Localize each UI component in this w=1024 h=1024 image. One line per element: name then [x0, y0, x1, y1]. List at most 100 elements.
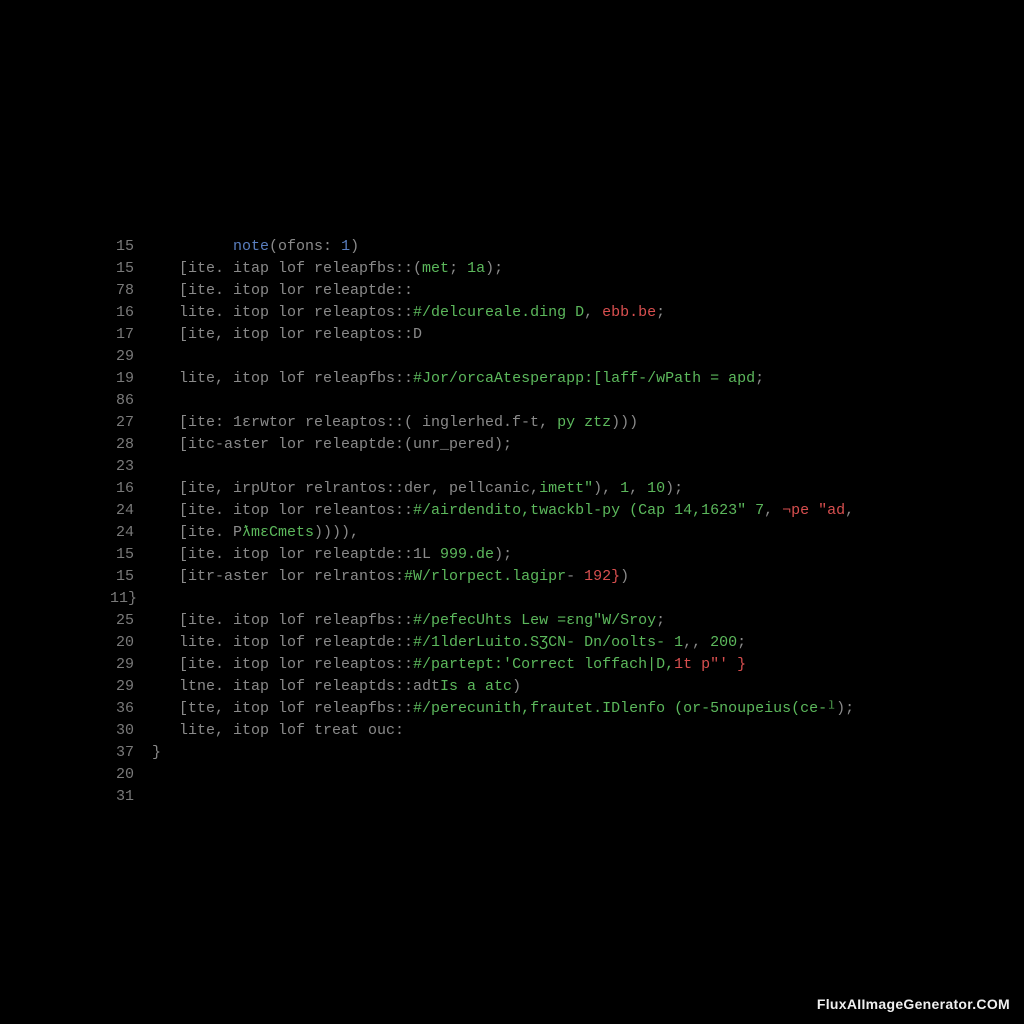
token: [ite: 1ɛrwtor releaptos::( inglerhed.f-t…: [152, 414, 557, 431]
line-number: 86: [110, 392, 152, 409]
watermark-text: FluxAIImageGenerator.COM: [817, 996, 1010, 1012]
code-line[interactable]: 25 [ite. itop lof releapfbs::#/pefecUhts…: [110, 612, 964, 634]
line-number: 19: [110, 370, 152, 387]
token: py ztz: [557, 414, 611, 431]
token: ;: [737, 634, 746, 651]
code-line[interactable]: 29 ltne. itap lof releaptds::adtIs a atc…: [110, 678, 964, 700]
line-number: 20: [110, 634, 152, 651]
code-content[interactable]: [ite, itop lor releaptos::D: [152, 326, 422, 343]
token: ),: [593, 480, 620, 497]
code-content[interactable]: [ite. itop lor releaptos::#/partept:'Cor…: [152, 656, 746, 673]
token: 192}: [584, 568, 620, 585]
token: }: [152, 744, 161, 761]
token: ;: [656, 304, 665, 321]
code-content[interactable]: [itc-aster lor releaptde:(unr_pered);: [152, 436, 512, 453]
code-content[interactable]: [ite. itop lor releaptde::1L 999.de);: [152, 546, 512, 563]
line-number: 78: [110, 282, 152, 299]
code-line[interactable]: 78 [ite. itop lor releaptde::: [110, 282, 964, 304]
code-line[interactable]: 30 lite, itop lof treat ouc:: [110, 722, 964, 744]
code-line[interactable]: 29: [110, 348, 964, 370]
token: );: [665, 480, 683, 497]
line-number: 37: [110, 744, 152, 761]
code-content[interactable]: [ite. itop lor releaptde::: [152, 282, 413, 299]
code-content[interactable]: [ite. itap lof releapfbs::(met; 1a);: [152, 260, 503, 277]
line-number: 31: [110, 788, 152, 805]
token: 1t p"' }: [674, 656, 746, 673]
line-number: 15: [110, 546, 152, 563]
line-number: 24: [110, 524, 152, 541]
code-line[interactable]: 16 [ite, irpUtor relrantos::der, pellcan…: [110, 480, 964, 502]
code-content[interactable]: lite, itop lof treat ouc:: [152, 722, 404, 739]
code-line[interactable]: 16 lite. itop lor releaptos::#/delcureal…: [110, 304, 964, 326]
code-line[interactable]: 37}: [110, 744, 964, 766]
code-content[interactable]: [itr-aster lor relrantos:#W/rlorpect.lag…: [152, 568, 629, 585]
line-number: 11}: [110, 590, 152, 607]
line-number: 15: [110, 568, 152, 585]
code-editor[interactable]: 15 note(ofons: 1)15 [ite. itap lof relea…: [110, 238, 964, 810]
code-line[interactable]: 11}: [110, 590, 964, 612]
token: ,,: [683, 634, 710, 651]
code-line[interactable]: 27 [ite: 1ɛrwtor releaptos::( inglerhed.…: [110, 414, 964, 436]
token: [itr-aster lor relrantos:: [152, 568, 404, 585]
code-line[interactable]: 24 [ite. itop lor releantos::#/airdendit…: [110, 502, 964, 524]
code-line[interactable]: 15 note(ofons: 1): [110, 238, 964, 260]
code-line[interactable]: 28 [itc-aster lor releaptde:(unr_pered);: [110, 436, 964, 458]
token: );: [836, 700, 854, 717]
code-content[interactable]: [ite. itop lor releantos::#/airdendito,t…: [152, 502, 854, 519]
code-line[interactable]: 31: [110, 788, 964, 810]
code-content[interactable]: lite. itop lor releaptos::#/delcureale.d…: [152, 304, 665, 321]
line-number: 28: [110, 436, 152, 453]
code-line[interactable]: 15 [itr-aster lor relrantos:#W/rlorpect.…: [110, 568, 964, 590]
code-line[interactable]: 29 [ite. itop lor releaptos::#/partept:'…: [110, 656, 964, 678]
token: 200: [710, 634, 737, 651]
token: (ofons: [269, 238, 323, 255]
token: ,: [845, 502, 854, 519]
code-line[interactable]: 20 lite. itop lof releaptde::#/1lderLuit…: [110, 634, 964, 656]
token: ebb.be: [602, 304, 656, 321]
line-number: 15: [110, 260, 152, 277]
token: ;: [755, 370, 764, 387]
token: #/pefecUhts Lew =ɛng"W/Sroy: [413, 612, 656, 629]
code-line[interactable]: 36 [tte, itop lof releapfbs::#/perecunit…: [110, 700, 964, 722]
token: #/perecunith,frautet.IDlenfo (or-5noupei…: [413, 700, 836, 717]
code-line[interactable]: 20: [110, 766, 964, 788]
token: [ite. itop lor releaptde::1L: [152, 546, 440, 563]
line-number: 36: [110, 700, 152, 717]
code-content[interactable]: [ite. PƛmɛCmets)))),: [152, 524, 359, 541]
token: Is a atc: [440, 678, 512, 695]
code-content[interactable]: ltne. itap lof releaptds::adtIs a atc): [152, 678, 521, 695]
token: ): [350, 238, 359, 255]
token: #W/rlorpect.lagipr: [404, 568, 566, 585]
code-line[interactable]: 23: [110, 458, 964, 480]
code-content[interactable]: [tte, itop lof releapfbs::#/perecunith,f…: [152, 700, 854, 717]
line-number: 23: [110, 458, 152, 475]
token: ,: [584, 304, 602, 321]
token: ))): [611, 414, 638, 431]
code-content[interactable]: lite, itop lof releapfbs::#Jor/orcaAtesp…: [152, 370, 764, 387]
token: );: [485, 260, 503, 277]
token: imett": [539, 480, 593, 497]
code-content[interactable]: [ite. itop lof releapfbs::#/pefecUhts Le…: [152, 612, 665, 629]
code-line[interactable]: 15 [ite. itop lor releaptde::1L 999.de);: [110, 546, 964, 568]
token: 1: [620, 480, 629, 497]
token: [ite. itop lor releaptos::: [152, 656, 413, 673]
code-content[interactable]: }: [152, 744, 161, 761]
token: ¬pe "ad: [782, 502, 845, 519]
code-line[interactable]: 86: [110, 392, 964, 414]
code-content[interactable]: lite. itop lof releaptde::#/1lderLuito.S…: [152, 634, 746, 651]
code-content[interactable]: note(ofons: 1): [152, 238, 359, 255]
code-content[interactable]: [ite: 1ɛrwtor releaptos::( inglerhed.f-t…: [152, 414, 638, 431]
code-line[interactable]: 24 [ite. PƛmɛCmets)))),: [110, 524, 964, 546]
line-number: 15: [110, 238, 152, 255]
token: 1: [341, 238, 350, 255]
code-line[interactable]: 19 lite, itop lof releapfbs::#Jor/orcaAt…: [110, 370, 964, 392]
token: ltne. itap lof releaptds::adt: [152, 678, 440, 695]
line-number: 16: [110, 304, 152, 321]
token: 1a: [467, 260, 485, 277]
code-line[interactable]: 15 [ite. itap lof releapfbs::(met; 1a);: [110, 260, 964, 282]
code-line[interactable]: 17 [ite, itop lor releaptos::D: [110, 326, 964, 348]
token: ƛmɛCmets: [242, 524, 314, 541]
token: [itc-aster lor releaptde:(unr_pered);: [152, 436, 512, 453]
code-content[interactable]: [ite, irpUtor relrantos::der, pellcanic,…: [152, 480, 683, 497]
token: [ite. itop lof releapfbs::: [152, 612, 413, 629]
